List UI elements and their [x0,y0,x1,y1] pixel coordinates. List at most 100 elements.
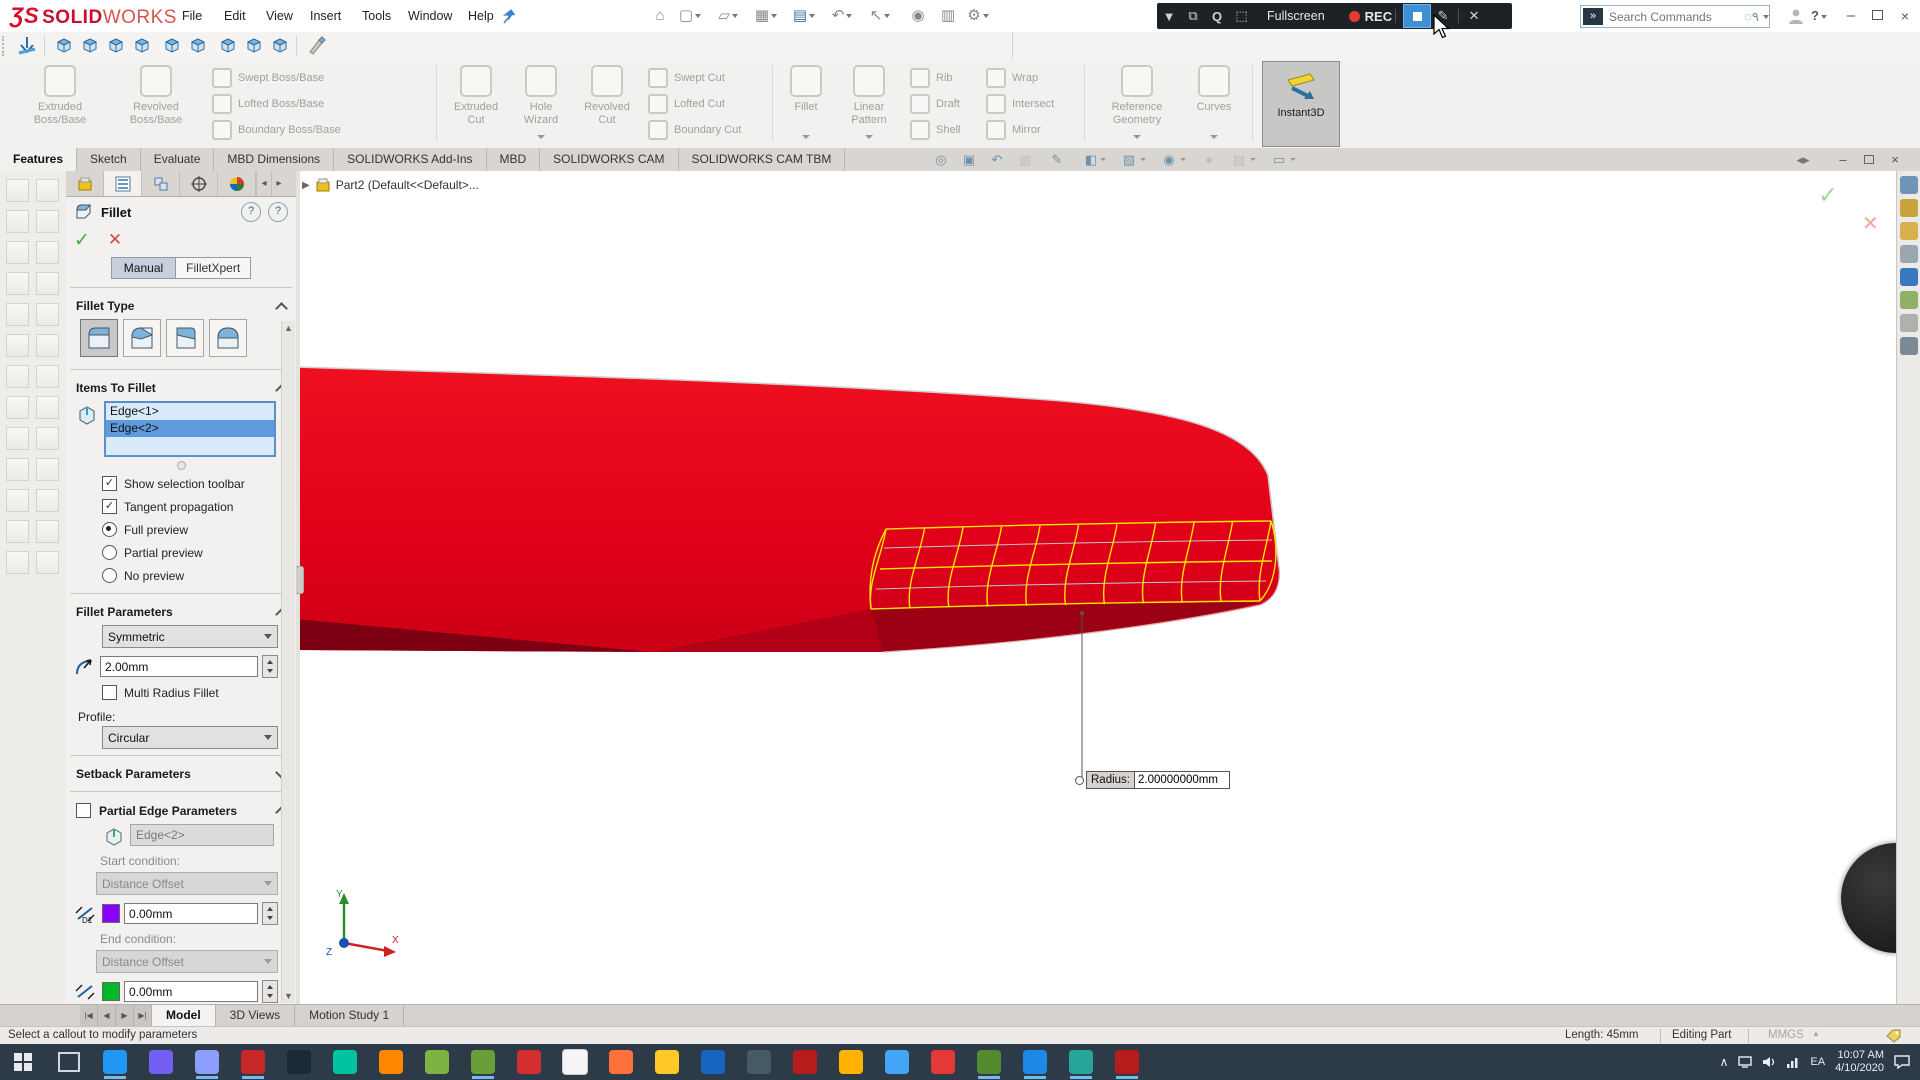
checkbox-icon[interactable] [102,685,117,700]
tangent-propagation-row[interactable]: ✓ Tangent propagation [66,495,296,518]
left-toolbar-icon[interactable] [6,334,29,357]
magnet-icon[interactable]: ◉ [906,4,930,28]
partial-edge-parameters-header[interactable]: Partial Edge Parameters [66,798,296,822]
left-toolbar-icon[interactable] [36,179,59,202]
oculus-taskbar-icon[interactable] [552,1044,598,1080]
manual-mode-tab[interactable]: Manual [111,258,177,278]
doc-minimize-button[interactable]: – [1830,150,1856,170]
end-offset-input[interactable] [124,981,258,1002]
paintbrush-icon[interactable] [306,35,328,57]
menu-view[interactable]: View [256,0,303,32]
help-icon[interactable]: ? [1808,6,1830,26]
previous-view-icon[interactable]: ↶ [984,150,1010,170]
left-toolbar-icon[interactable] [6,365,29,388]
solidworks-2019-b-taskbar-icon[interactable] [1104,1044,1150,1080]
user-icon[interactable] [1788,8,1804,24]
confirm-ok-icon[interactable]: ✓ [1818,181,1838,210]
section-view-icon[interactable]: ▥ [1012,150,1038,170]
edge-list-item[interactable]: Edge<1> [106,403,274,420]
start-offset-color-swatch[interactable] [102,904,120,923]
apply-scene-icon[interactable]: ▨ [1226,150,1252,170]
symmetry-dropdown[interactable]: Symmetric [102,625,278,648]
radio-icon[interactable] [102,545,117,560]
tab-mbd-dimensions[interactable]: MBD Dimensions [214,148,335,171]
steam-2-taskbar-icon[interactable] [1012,1044,1058,1080]
left-toolbar-icon[interactable] [6,551,29,574]
screen-recorder-taskbar-icon[interactable] [506,1044,552,1080]
last-tab-button[interactable]: ▶| [134,1005,152,1027]
rib-button[interactable]: Rib [910,67,953,89]
face-fillet-button[interactable] [166,319,204,357]
left-toolbar-icon[interactable] [6,210,29,233]
zoom-to-area-icon[interactable]: ▣ [956,150,982,170]
tab-features[interactable]: Features [0,148,78,171]
draft-button[interactable]: Draft [910,93,960,115]
left-toolbar-icon[interactable] [36,520,59,543]
menu-file[interactable]: File [172,0,212,32]
checkbox-icon[interactable] [76,803,91,818]
multi-radius-fillet-row[interactable]: Multi Radius Fillet [66,681,296,704]
fillet-parameters-header[interactable]: Fillet Parameters [66,600,296,623]
flyout-tree-arrow-icon[interactable]: ▶ [302,180,310,191]
fillet-button[interactable]: Fillet [780,63,832,143]
panel-tabs-left-arrow-icon[interactable]: ◂ [256,171,271,196]
fillet-type-header[interactable]: Fillet Type [66,294,296,317]
display-tray-icon[interactable] [1738,1056,1753,1068]
left-toolbar-icon[interactable] [6,427,29,450]
left-toolbar-icon[interactable] [36,272,59,295]
units-caret-icon[interactable]: ▲ [1812,1029,1820,1038]
window-minimize-button[interactable]: – [1840,6,1862,26]
coreldraw-taskbar-icon[interactable] [966,1044,1012,1080]
tray-language[interactable]: EA [1810,1056,1825,1068]
view-orientation-icon[interactable]: ▧ [1116,150,1142,170]
annotations-visibility-icon[interactable]: ✎ [1044,150,1070,170]
options-gear-icon[interactable]: ⚙ [966,4,990,28]
media-player-taskbar-icon[interactable] [874,1044,920,1080]
new-document-icon[interactable]: ▢ [678,4,702,28]
left-toolbar-icon[interactable] [36,210,59,233]
vlc-taskbar-icon[interactable] [368,1044,414,1080]
radius-spinner[interactable] [262,655,278,678]
edge-list-item-selected[interactable]: Edge<2> [106,420,274,437]
no-preview-radio-row[interactable]: No preview [66,564,296,587]
whats-new-help-icon[interactable]: ? [241,202,261,222]
left-toolbar-icon[interactable] [6,520,29,543]
partial-preview-radio-row[interactable]: Partial preview [66,541,296,564]
collapse-chevron-icon[interactable] [275,301,288,315]
start-offset-input[interactable] [124,903,258,924]
hide-show-items-icon[interactable]: ◉ [1156,150,1182,170]
tab-sketch[interactable]: Sketch [77,148,141,171]
edit-appearance-icon[interactable]: ● [1196,150,1222,170]
dimxpert-manager-tab[interactable] [180,171,218,196]
extruded-cut-button[interactable]: Extruded Cut [444,63,508,143]
tray-expand-icon[interactable]: ∧ [1720,1055,1729,1069]
solidworks-2019-taskbar-icon[interactable] [782,1044,828,1080]
pin-icon[interactable] [502,8,518,24]
left-toolbar-icon[interactable] [36,396,59,419]
sensors-icon[interactable] [1900,337,1918,355]
end-offset-spinner[interactable] [262,980,278,1003]
linear-pattern-caret-icon[interactable] [865,135,873,139]
window-restore-button[interactable] [1866,6,1888,26]
fillet-caret-icon[interactable] [802,135,810,139]
left-toolbar-icon[interactable] [6,303,29,326]
extruded-boss-base-button[interactable]: Extruded Boss/Base [14,63,106,143]
zoom-to-fit-icon[interactable]: ◎ [928,150,954,170]
status-units[interactable]: MMGS [1768,1029,1804,1041]
firefox-taskbar-icon[interactable] [598,1044,644,1080]
network-tray-icon[interactable] [1786,1056,1800,1068]
intersect-button[interactable]: Intersect [986,93,1054,115]
mirror-button[interactable]: Mirror [986,119,1041,141]
recorder-search-icon[interactable]: Q [1205,9,1229,24]
solid-cube-icon-2[interactable] [244,35,264,55]
save-icon[interactable]: ▦ [754,4,778,28]
wrap-button[interactable]: Wrap [986,67,1038,89]
window-close-button[interactable]: × [1894,6,1916,26]
left-toolbar-icon[interactable] [6,179,29,202]
reference-geometry-button[interactable]: Reference Geometry [1092,63,1182,143]
tab-solidworks-add-ins[interactable]: SOLIDWORKS Add-Ins [334,148,487,171]
curves-button[interactable]: Curves [1186,63,1242,143]
menu-tools[interactable]: Tools [352,0,401,32]
extrude-tool-icon-6[interactable] [188,35,208,55]
start-condition-dropdown[interactable]: Distance Offset [96,872,278,895]
